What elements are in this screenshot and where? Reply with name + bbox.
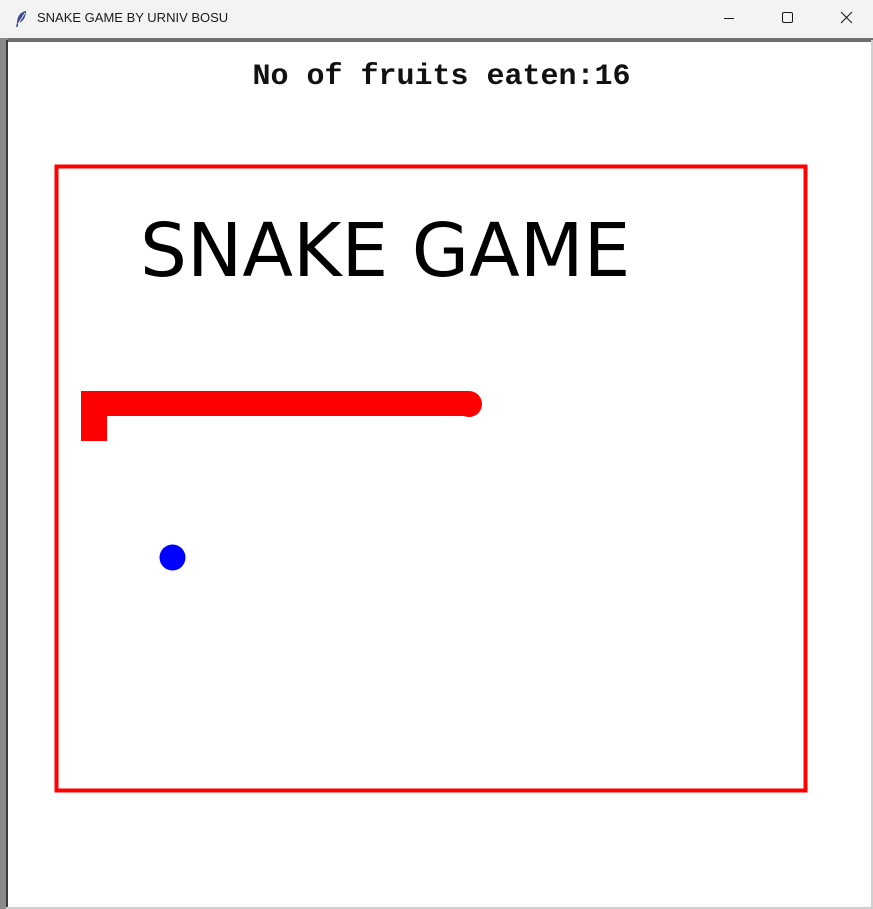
- snake-body-horizontal: [81, 391, 468, 416]
- game-canvas[interactable]: SNAKE GAME: [0, 0, 873, 909]
- game-title: SNAKE GAME: [140, 208, 630, 294]
- snake: [81, 391, 482, 441]
- app-window: SNAKE GAME BY URNIV BOSU No of fruits ea…: [0, 0, 873, 909]
- fruit: [159, 544, 186, 571]
- snake-tail: [81, 391, 107, 441]
- snake-head: [456, 391, 482, 417]
